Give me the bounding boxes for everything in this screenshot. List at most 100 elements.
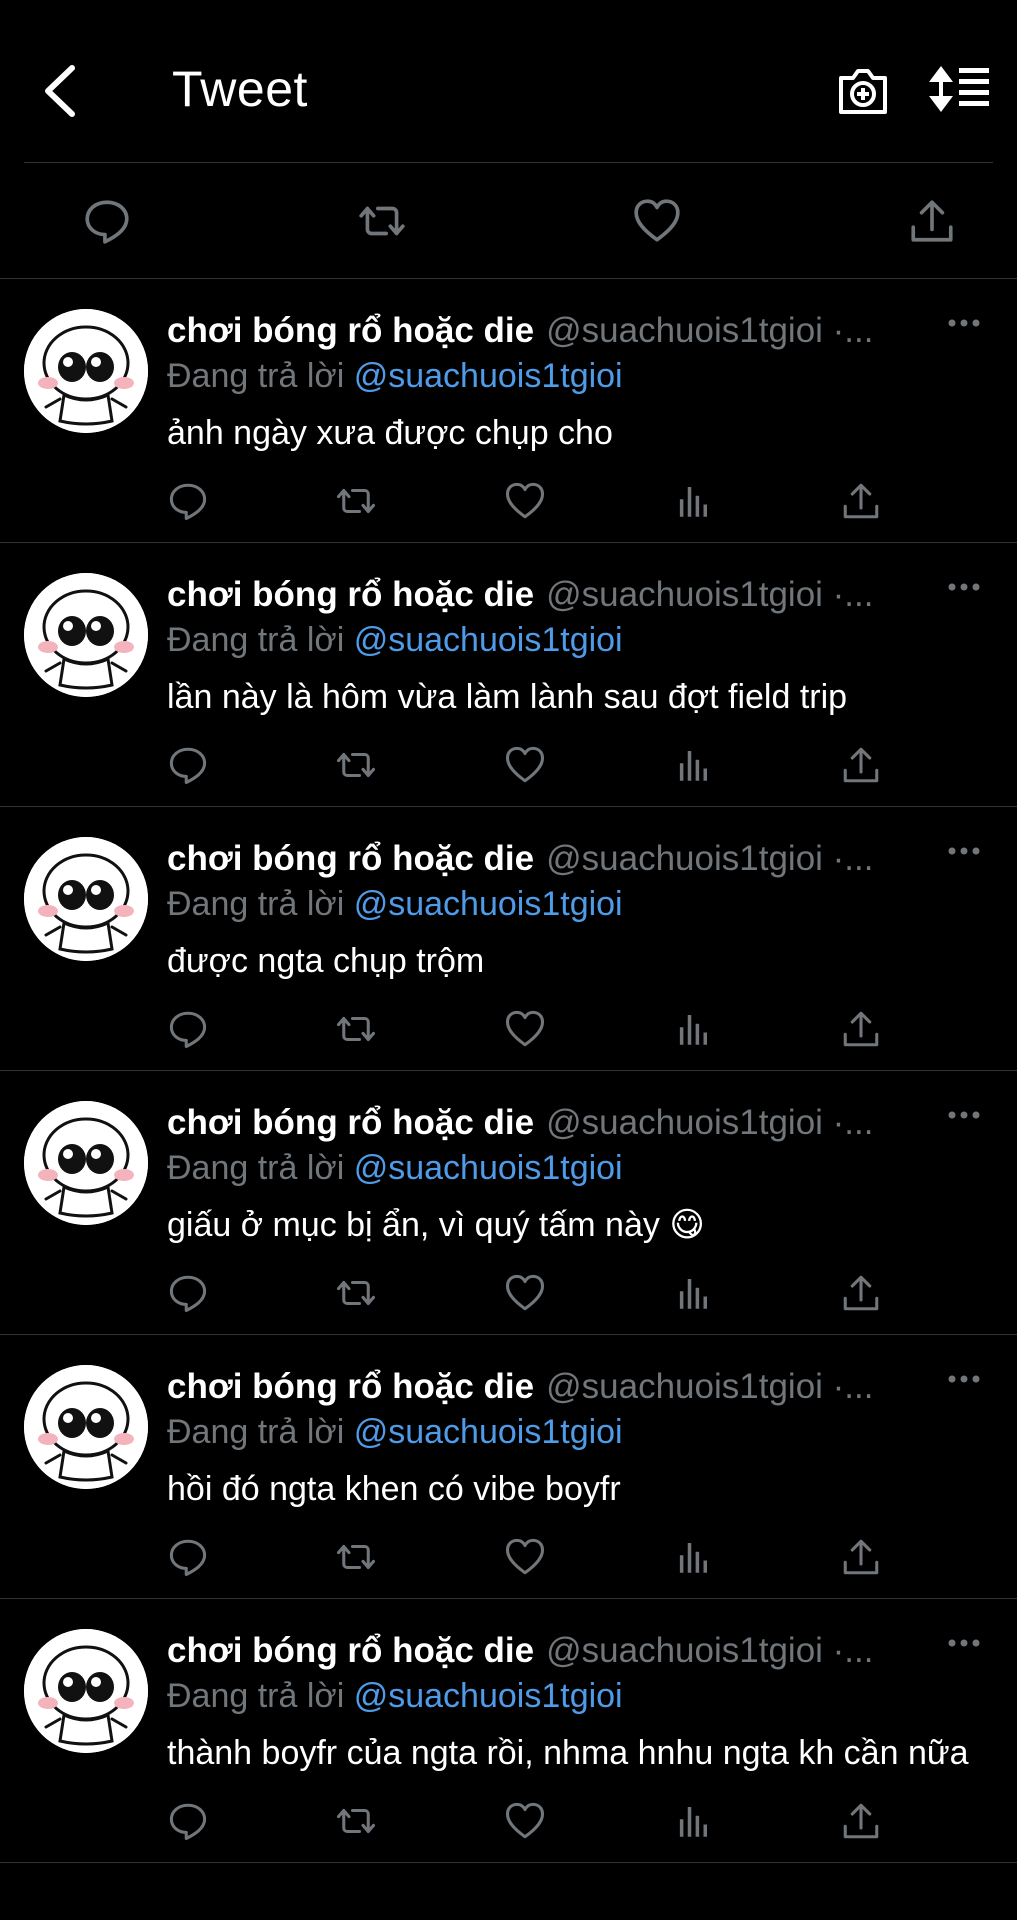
reply-icon[interactable] [167,1800,209,1842]
tweet-item[interactable]: chơi bóng rổ hoặc die @suachuois1tgioi ·… [0,543,1017,807]
like-icon[interactable] [504,480,546,522]
more-options-icon[interactable] [947,1369,981,1389]
replying-to: Đang trả lời @suachuois1tgioi [167,621,977,660]
tweet-item[interactable]: chơi bóng rổ hoặc die @suachuois1tgioi ·… [0,1071,1017,1335]
share-icon[interactable] [840,744,882,786]
retweet-icon[interactable] [335,1272,377,1314]
analytics-icon[interactable] [672,1536,714,1578]
analytics-icon[interactable] [672,1272,714,1314]
analytics-icon[interactable] [672,744,714,786]
share-icon[interactable] [840,1536,882,1578]
avatar[interactable] [24,1365,148,1489]
mention-link[interactable]: @suachuois1tgioi [354,885,623,923]
display-name[interactable]: chơi bóng rổ hoặc die [167,311,534,351]
user-handle: @suachuois1tgioi ·... [546,1103,874,1142]
tweet-text: ảnh ngày xưa được chụp cho [167,414,613,452]
avatar[interactable] [24,1101,148,1225]
reply-icon[interactable] [82,196,132,246]
tweet-actions [167,722,977,806]
tweet-item[interactable]: chơi bóng rổ hoặc die @suachuois1tgioi ·… [0,1599,1017,1863]
tweet-item[interactable]: chơi bóng rổ hoặc die @suachuois1tgioi ·… [0,279,1017,543]
analytics-icon[interactable] [672,480,714,522]
retweet-icon[interactable] [335,1536,377,1578]
tweet-text: lần này là hôm vừa làm lành sau đợt fiel… [167,678,848,716]
display-name[interactable]: chơi bóng rổ hoặc die [167,1367,534,1407]
share-icon[interactable] [907,196,957,246]
replying-to: Đang trả lời @suachuois1tgioi [167,1677,977,1716]
reply-thread: chơi bóng rổ hoặc die @suachuois1tgioi ·… [0,279,1017,1863]
analytics-icon[interactable] [672,1800,714,1842]
mention-link[interactable]: @suachuois1tgioi [354,621,623,659]
more-options-icon[interactable] [947,1633,981,1653]
top-bar: Tweet [24,0,993,163]
like-icon[interactable] [504,744,546,786]
mention-link[interactable]: @suachuois1tgioi [354,1149,623,1187]
reply-icon[interactable] [167,1272,209,1314]
reply-prefix: Đang trả lời [167,1149,345,1187]
tweet-header: chơi bóng rổ hoặc die @suachuois1tgioi ·… [167,1631,977,1671]
tweet-item[interactable]: chơi bóng rổ hoặc die @suachuois1tgioi ·… [0,807,1017,1071]
tweet-text: giấu ở mục bị ẩn, vì quý tấm này 😋 [167,1206,705,1244]
tweet-body: chơi bóng rổ hoặc die @suachuois1tgioi ·… [167,1335,1017,1598]
sort-icon[interactable] [929,64,991,114]
like-icon[interactable] [632,196,682,246]
retweet-icon[interactable] [335,744,377,786]
tweet-body: chơi bóng rổ hoặc die @suachuois1tgioi ·… [167,543,1017,806]
tweet-actions [167,458,977,542]
avatar[interactable] [24,1629,148,1753]
avatar[interactable] [24,309,148,433]
like-icon[interactable] [504,1536,546,1578]
retweet-icon[interactable] [335,1800,377,1842]
mention-link[interactable]: @suachuois1tgioi [354,1677,623,1715]
tweet-text: thành boyfr của ngta rồi, nhma hnhu ngta… [167,1734,969,1772]
display-name[interactable]: chơi bóng rổ hoặc die [167,839,534,879]
share-icon[interactable] [840,1008,882,1050]
tweet-actions [167,1778,977,1862]
user-handle: @suachuois1tgioi ·... [546,1367,874,1406]
display-name[interactable]: chơi bóng rổ hoặc die [167,1103,534,1143]
more-options-icon[interactable] [947,841,981,861]
tweet-text: hồi đó ngta khen có vibe boyfr [167,1470,621,1508]
like-icon[interactable] [504,1008,546,1050]
back-arrow-icon[interactable] [36,62,86,120]
replying-to: Đang trả lời @suachuois1tgioi [167,885,977,924]
mention-link[interactable]: @suachuois1tgioi [354,1413,623,1451]
more-options-icon[interactable] [947,577,981,597]
user-handle: @suachuois1tgioi ·... [546,575,874,614]
avatar[interactable] [24,837,148,961]
user-handle: @suachuois1tgioi ·... [546,311,874,350]
share-icon[interactable] [840,480,882,522]
more-options-icon[interactable] [947,1105,981,1125]
display-name[interactable]: chơi bóng rổ hoặc die [167,575,534,615]
tweet-body: chơi bóng rổ hoặc die @suachuois1tgioi ·… [167,1599,1017,1862]
camera-icon[interactable] [835,64,891,116]
avatar[interactable] [24,573,148,697]
retweet-icon[interactable] [335,1008,377,1050]
reply-prefix: Đang trả lời [167,885,345,923]
page-title: Tweet [172,61,308,117]
reply-icon[interactable] [167,1008,209,1050]
tweet-header: chơi bóng rổ hoặc die @suachuois1tgioi ·… [167,839,977,879]
retweet-icon[interactable] [357,196,407,246]
share-icon[interactable] [840,1272,882,1314]
retweet-icon[interactable] [335,480,377,522]
reply-icon[interactable] [167,1536,209,1578]
tweet-text: được ngta chụp trộm [167,942,485,980]
mention-link[interactable]: @suachuois1tgioi [354,357,623,395]
tweet-body: chơi bóng rổ hoặc die @suachuois1tgioi ·… [167,279,1017,542]
replying-to: Đang trả lời @suachuois1tgioi [167,1413,977,1452]
share-icon[interactable] [840,1800,882,1842]
replying-to: Đang trả lời @suachuois1tgioi [167,1149,977,1188]
like-icon[interactable] [504,1800,546,1842]
reply-icon[interactable] [167,744,209,786]
like-icon[interactable] [504,1272,546,1314]
reply-prefix: Đang trả lời [167,1677,345,1715]
tweet-header: chơi bóng rổ hoặc die @suachuois1tgioi ·… [167,575,977,615]
more-options-icon[interactable] [947,313,981,333]
analytics-icon[interactable] [672,1008,714,1050]
tweet-item[interactable]: chơi bóng rổ hoặc die @suachuois1tgioi ·… [0,1335,1017,1599]
reply-icon[interactable] [167,480,209,522]
display-name[interactable]: chơi bóng rổ hoặc die [167,1631,534,1671]
reply-prefix: Đang trả lời [167,621,345,659]
tweet-header: chơi bóng rổ hoặc die @suachuois1tgioi ·… [167,1367,977,1407]
